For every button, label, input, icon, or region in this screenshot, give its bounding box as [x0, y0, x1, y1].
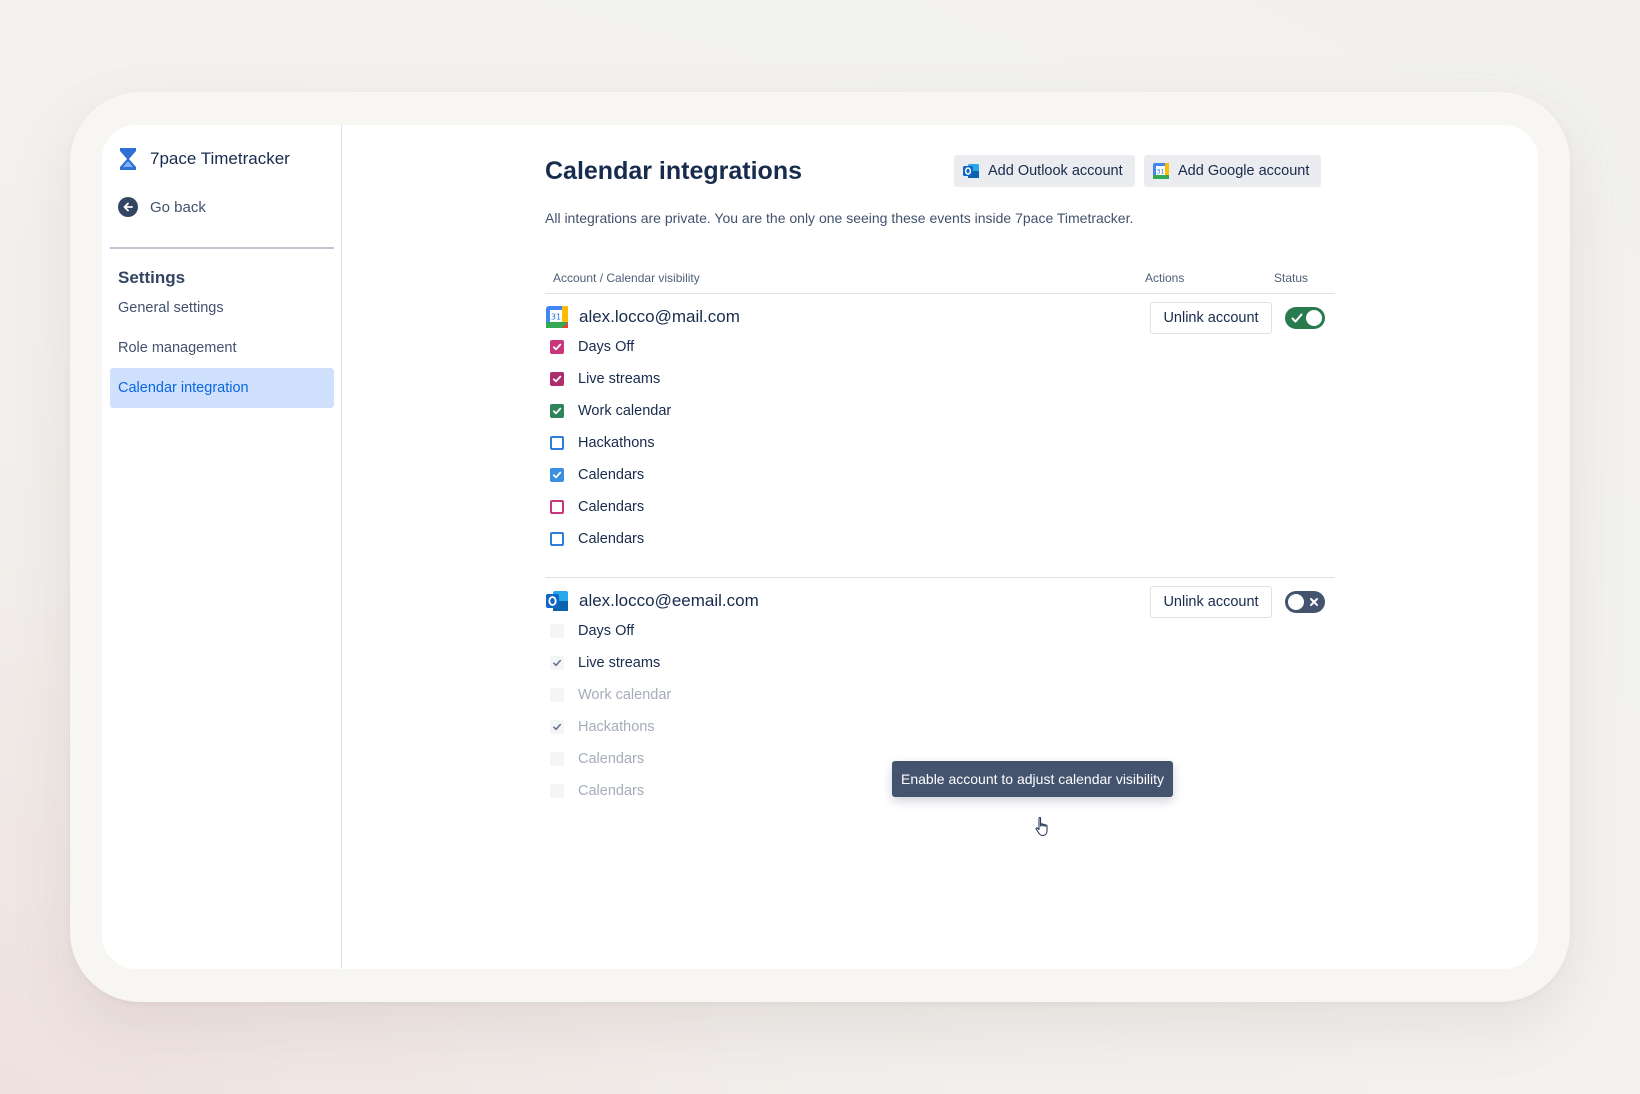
calendar-name: Live streams [578, 655, 661, 671]
main-content: Calendar integrations Add Outlook accoun… [545, 125, 1340, 969]
app-name: 7pace Timetracker [150, 149, 290, 168]
app-window: 7pace Timetracker Go back Settings Gener… [102, 125, 1538, 969]
go-back-link[interactable]: Go back [118, 197, 206, 217]
sidebar-item-role-management[interactable]: Role management [110, 328, 334, 368]
calendar-name: Live streams [578, 371, 661, 387]
outlook-icon [963, 164, 979, 178]
add-google-account-button[interactable]: 31 Add Google account [1144, 155, 1322, 187]
calendar-name: Work calendar [578, 403, 672, 419]
brand: 7pace Timetracker [118, 147, 290, 171]
calendar-item-live-streams: Live streams [550, 653, 660, 673]
checkbox-checked [550, 656, 564, 670]
account-status-toggle-on[interactable] [1285, 307, 1325, 329]
calendar-name: Calendars [578, 531, 645, 547]
calendar-item-calendars: Calendars [550, 749, 644, 769]
account-status-toggle-off[interactable] [1285, 591, 1325, 613]
checkbox-checked[interactable] [550, 372, 564, 386]
calendar-item-work-calendar: Work calendar [550, 685, 671, 705]
calendar-item-hackathons: Hackathons [550, 717, 655, 737]
calendar-item-work-calendar[interactable]: Work calendar [550, 401, 671, 421]
settings-heading: Settings [118, 268, 186, 287]
account-row-google: 31 alex.locco@mail.com [545, 305, 740, 329]
add-google-label: Add Google account [1178, 163, 1310, 179]
checkbox-unchecked[interactable] [550, 500, 564, 514]
checkbox-unchecked [550, 784, 564, 798]
google-calendar-icon: 31 [1153, 163, 1169, 179]
account-divider [545, 577, 1335, 578]
toggle-knob [1288, 594, 1304, 610]
calendar-item-days-off[interactable]: Days Off [550, 337, 634, 357]
checkbox-unchecked[interactable] [550, 532, 564, 546]
checkbox-unchecked [550, 624, 564, 638]
checkbox-unchecked [550, 688, 564, 702]
checkbox-unchecked[interactable] [550, 436, 564, 450]
unlink-account-button[interactable]: Unlink account [1150, 302, 1272, 334]
hourglass-logo-icon [120, 148, 136, 170]
disabled-tooltip: Enable account to adjust calendar visibi… [892, 761, 1174, 797]
calendar-name: Days Off [578, 623, 635, 639]
calendar-item-hackathons[interactable]: Hackathons [550, 433, 655, 453]
checkbox-unchecked [550, 752, 564, 766]
calendar-name: Hackathons [578, 719, 655, 735]
column-header-status: Status [1274, 271, 1309, 285]
arrow-left-icon [118, 197, 138, 217]
calendar-name: Calendars [578, 751, 645, 767]
calendar-name: Days Off [578, 339, 635, 355]
sidebar-divider [110, 247, 334, 249]
calendar-name: Hackathons [578, 435, 655, 451]
sidebar: 7pace Timetracker Go back Settings Gener… [102, 125, 342, 969]
svg-text:31: 31 [551, 313, 561, 322]
page-title: Calendar integrations [545, 157, 802, 185]
checkbox-checked [550, 720, 564, 734]
toggle-knob [1306, 310, 1322, 326]
checkbox-checked[interactable] [550, 340, 564, 354]
add-outlook-label: Add Outlook account [988, 163, 1123, 179]
sidebar-item-general-settings[interactable]: General settings [110, 288, 334, 328]
unlink-account-button[interactable]: Unlink account [1150, 586, 1272, 618]
calendar-item-calendars[interactable]: Calendars [550, 497, 644, 517]
calendar-name: Calendars [578, 499, 645, 515]
calendar-item-days-off: Days Off [550, 621, 634, 641]
go-back-label: Go back [150, 198, 206, 216]
account-email: alex.locco@mail.com [579, 307, 740, 326]
calendar-name: Calendars [578, 467, 645, 483]
calendar-item-calendars[interactable]: Calendars [550, 529, 644, 549]
account-row-outlook: alex.locco@eemail.com [545, 589, 759, 613]
account-email: alex.locco@eemail.com [579, 591, 759, 610]
add-outlook-account-button[interactable]: Add Outlook account [954, 155, 1135, 187]
calendar-item-calendars: Calendars [550, 781, 644, 801]
svg-text:31: 31 [1157, 169, 1165, 176]
sidebar-item-calendar-integration[interactable]: Calendar integration [110, 368, 334, 408]
column-header-actions: Actions [1145, 271, 1185, 285]
header-divider [545, 293, 1335, 294]
checkbox-checked[interactable] [550, 468, 564, 482]
calendar-name: Calendars [578, 783, 645, 799]
privacy-note: All integrations are private. You are th… [545, 210, 1134, 226]
check-icon [1291, 313, 1303, 323]
calendar-item-calendars[interactable]: Calendars [550, 465, 644, 485]
column-header-account: Account / Calendar visibility [553, 271, 700, 285]
close-icon [1310, 598, 1318, 606]
google-calendar-icon: 31 [546, 306, 568, 328]
calendar-item-live-streams[interactable]: Live streams [550, 369, 660, 389]
outlook-icon [546, 591, 568, 611]
hand-pointer-cursor-icon [1035, 816, 1048, 836]
checkbox-checked[interactable] [550, 404, 564, 418]
calendar-name: Work calendar [578, 687, 672, 703]
